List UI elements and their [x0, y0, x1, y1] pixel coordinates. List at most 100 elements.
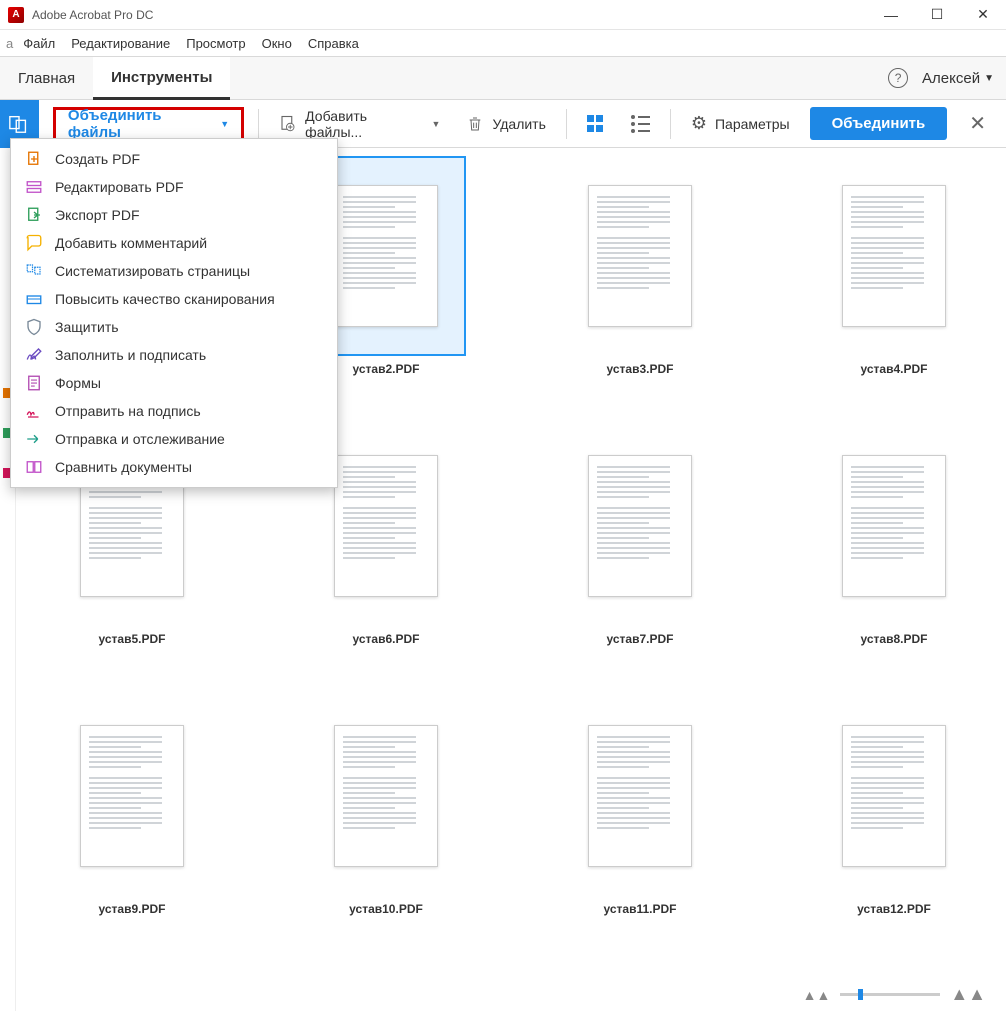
- help-icon[interactable]: ?: [888, 68, 908, 88]
- file-thumbnail[interactable]: устав8.PDF: [802, 426, 986, 646]
- zoom-slider-bar: ▲▲ ▲▲: [803, 984, 986, 1005]
- zoom-out-icon[interactable]: ▲▲: [803, 987, 831, 1003]
- dropdown-item-sign[interactable]: Заполнить и подписать: [11, 341, 337, 369]
- file-name-label: устав2.PDF: [353, 362, 420, 376]
- dropdown-item-label: Редактировать PDF: [55, 179, 184, 195]
- tab-home[interactable]: Главная: [0, 57, 93, 99]
- file-name-label: устав10.PDF: [349, 902, 423, 916]
- add-file-icon: [279, 115, 297, 133]
- file-name-label: устав9.PDF: [99, 902, 166, 916]
- options-label: Параметры: [715, 116, 790, 132]
- dropdown-item-compare[interactable]: Сравнить документы: [11, 453, 337, 481]
- app-icon: A: [8, 7, 24, 23]
- separator: [566, 109, 567, 139]
- file-name-label: устав4.PDF: [861, 362, 928, 376]
- dropdown-item-comment[interactable]: Добавить комментарий: [11, 229, 337, 257]
- file-name-label: устав8.PDF: [861, 632, 928, 646]
- file-thumbnail[interactable]: устав3.PDF: [548, 156, 732, 376]
- dropdown-item-organize[interactable]: Систематизировать страницы: [11, 257, 337, 285]
- dropdown-item-label: Отправка и отслеживание: [55, 431, 225, 447]
- minimize-button[interactable]: —: [868, 0, 914, 30]
- file-name-label: устав6.PDF: [353, 632, 420, 646]
- file-name-label: устав11.PDF: [604, 902, 677, 916]
- sign-icon: [25, 346, 43, 364]
- comment-icon: [25, 234, 43, 252]
- maximize-button[interactable]: ☐: [914, 0, 960, 30]
- compare-icon: [25, 458, 43, 476]
- top-tabs: Главная Инструменты ? Алексей ▼: [0, 56, 1006, 100]
- protect-icon: [25, 318, 43, 336]
- title-bar: A Adobe Acrobat Pro DC — ☐ ✕: [0, 0, 1006, 30]
- combine-files-dropdown[interactable]: Объединить файлы ▼: [53, 107, 244, 141]
- view-grid-button[interactable]: [581, 111, 611, 137]
- combine-files-label: Объединить файлы: [68, 107, 214, 141]
- export-pdf-icon: [25, 206, 43, 224]
- scan-icon: [25, 290, 43, 308]
- send-sign-icon: [25, 402, 43, 420]
- edit-pdf-icon: [25, 178, 43, 196]
- dropdown-item-create-pdf[interactable]: Создать PDF: [11, 145, 337, 173]
- organize-icon: [25, 262, 43, 280]
- file-thumbnail[interactable]: устав9.PDF: [40, 696, 224, 916]
- chevron-down-icon: ▼: [984, 73, 994, 84]
- file-thumbnail[interactable]: устав7.PDF: [548, 426, 732, 646]
- close-tool-button[interactable]: ✕: [961, 111, 994, 136]
- dropdown-item-edit-pdf[interactable]: Редактировать PDF: [11, 173, 337, 201]
- menu-window[interactable]: Окно: [254, 33, 300, 54]
- file-thumbnail[interactable]: [548, 966, 732, 973]
- dropdown-item-label: Защитить: [55, 319, 119, 335]
- user-name-label: Алексей: [922, 70, 980, 87]
- tools-dropdown-menu: Создать PDF Редактировать PDF Экспорт PDF Д…: [10, 138, 338, 488]
- dropdown-item-send-sign[interactable]: Отправить на подпись: [11, 397, 337, 425]
- dropdown-item-label: Сравнить документы: [55, 459, 192, 475]
- menu-bar: а Файл Редактирование Просмотр Окно Спра…: [0, 30, 1006, 56]
- trash-icon: [466, 115, 484, 133]
- file-name-label: устав7.PDF: [607, 632, 674, 646]
- file-thumbnail[interactable]: [40, 966, 224, 973]
- add-files-label: Добавить файлы...: [305, 108, 423, 140]
- dropdown-item-forms[interactable]: Формы: [11, 369, 337, 397]
- dropdown-item-label: Отправить на подпись: [55, 403, 201, 419]
- dropdown-item-label: Добавить комментарий: [55, 235, 207, 251]
- delete-label: Удалить: [492, 116, 545, 132]
- gear-icon: ⚙: [691, 113, 707, 134]
- zoom-slider[interactable]: [840, 993, 940, 996]
- delete-button[interactable]: Удалить: [460, 111, 551, 137]
- file-thumbnail[interactable]: [802, 966, 986, 973]
- file-name-label: устав12.PDF: [857, 902, 931, 916]
- chevron-down-icon: ▼: [432, 119, 441, 129]
- zoom-in-icon[interactable]: ▲▲: [950, 984, 986, 1005]
- dropdown-item-label: Формы: [55, 375, 101, 391]
- separator: [258, 109, 259, 139]
- file-name-label: устав3.PDF: [607, 362, 674, 376]
- file-thumbnail[interactable]: устав12.PDF: [802, 696, 986, 916]
- file-thumbnail[interactable]: устав11.PDF: [548, 696, 732, 916]
- close-button[interactable]: ✕: [960, 0, 1006, 30]
- dropdown-item-export-pdf[interactable]: Экспорт PDF: [11, 201, 337, 229]
- user-menu[interactable]: Алексей ▼: [922, 70, 994, 87]
- menu-file[interactable]: Файл: [15, 33, 63, 54]
- combine-primary-button[interactable]: Объединить: [810, 107, 948, 140]
- grid-icon: [587, 115, 605, 133]
- options-button[interactable]: ⚙ Параметры: [685, 109, 796, 138]
- dropdown-item-scan[interactable]: Повысить качество сканирования: [11, 285, 337, 313]
- dropdown-item-protect[interactable]: Защитить: [11, 313, 337, 341]
- send-track-icon: [25, 430, 43, 448]
- menu-view[interactable]: Просмотр: [178, 33, 253, 54]
- tab-tools[interactable]: Инструменты: [93, 57, 230, 100]
- create-pdf-icon: [25, 150, 43, 168]
- list-icon: [631, 115, 650, 133]
- dropdown-item-label: Экспорт PDF: [55, 207, 140, 223]
- view-list-button[interactable]: [625, 111, 656, 137]
- menu-help[interactable]: Справка: [300, 33, 367, 54]
- file-name-label: устав5.PDF: [99, 632, 166, 646]
- dropdown-item-send-track[interactable]: Отправка и отслеживание: [11, 425, 337, 453]
- file-thumbnail[interactable]: [294, 966, 478, 973]
- separator: [670, 109, 671, 139]
- menu-edit[interactable]: Редактирование: [63, 33, 178, 54]
- dropdown-item-label: Повысить качество сканирования: [55, 291, 275, 307]
- file-thumbnail[interactable]: устав10.PDF: [294, 696, 478, 916]
- app-title: Adobe Acrobat Pro DC: [32, 8, 153, 22]
- dropdown-item-label: Создать PDF: [55, 151, 140, 167]
- file-thumbnail[interactable]: устав4.PDF: [802, 156, 986, 376]
